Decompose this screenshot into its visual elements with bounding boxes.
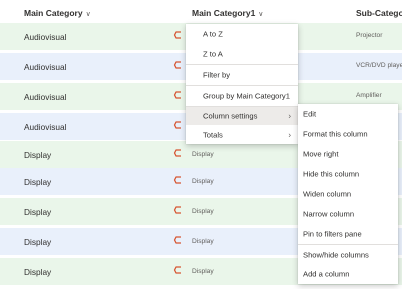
flag-icon[interactable]: [173, 265, 183, 275]
flag-icon[interactable]: [173, 120, 183, 130]
cell-main-category1: Display: [192, 268, 214, 275]
menu-item-label: Show/hide columns: [303, 250, 369, 259]
column-header-label: Main Category1: [192, 8, 256, 18]
menu-item-edit[interactable]: Edit: [298, 104, 398, 124]
column-header-main-category[interactable]: Main Category ∨: [24, 8, 91, 18]
flag-icon[interactable]: [173, 235, 183, 245]
menu-item-hide-column[interactable]: Hide this column: [298, 164, 398, 184]
cell-main-category: Display: [24, 177, 52, 187]
flag-icon[interactable]: [173, 30, 183, 40]
cell-main-category1: Display: [192, 151, 214, 158]
column-settings-submenu: Edit Format this column Move right Hide …: [298, 104, 398, 284]
cell-main-category1: Display: [192, 238, 214, 245]
menu-item-label: Widen column: [303, 189, 352, 199]
flag-icon[interactable]: [173, 175, 183, 185]
cell-main-category: Display: [24, 267, 52, 277]
menu-item-show-hide-columns[interactable]: Show/hide columns: [298, 245, 398, 264]
menu-item-label: A to Z: [203, 29, 223, 39]
menu-item-label: Format this column: [303, 129, 368, 139]
menu-item-label: Totals: [203, 130, 223, 139]
menu-item-totals[interactable]: Totals ›: [186, 125, 298, 144]
column-header-main-category1[interactable]: Main Category1 ∨: [192, 8, 263, 18]
cell-sub-category: VCR/DVD player: [356, 62, 402, 69]
menu-item-sort-z-a[interactable]: Z to A: [186, 44, 298, 64]
menu-item-sort-a-z[interactable]: A to Z: [186, 24, 298, 44]
column-menu: A to Z Z to A Filter by Group by Main Ca…: [186, 24, 298, 144]
cell-main-category: Audiovisual: [24, 62, 67, 72]
menu-item-column-settings[interactable]: Column settings ›: [186, 107, 298, 125]
column-header-label: Main Category: [24, 8, 83, 18]
cell-main-category: Display: [24, 207, 52, 217]
menu-item-label: Hide this column: [303, 169, 360, 179]
column-header-sub-category[interactable]: Sub-Category: [356, 8, 402, 18]
flag-icon[interactable]: [173, 60, 183, 70]
menu-item-filter-by[interactable]: Filter by: [186, 65, 298, 85]
menu-item-label: Narrow column: [303, 209, 355, 219]
chevron-down-icon: ∨: [258, 11, 264, 18]
menu-item-narrow-column[interactable]: Narrow column: [298, 204, 398, 224]
cell-main-category: Audiovisual: [24, 32, 67, 42]
chevron-down-icon: ∨: [85, 11, 91, 18]
menu-item-label: Column settings: [203, 111, 258, 121]
menu-item-format-column[interactable]: Format this column: [298, 124, 398, 144]
menu-item-add-column[interactable]: Add a column: [298, 264, 398, 284]
menu-item-move-right[interactable]: Move right: [298, 144, 398, 164]
menu-item-label: Group by Main Category1: [203, 91, 290, 101]
cell-sub-category: Amplifier: [356, 92, 382, 99]
cell-main-category: Audiovisual: [24, 122, 67, 132]
chevron-right-icon: ›: [288, 111, 291, 121]
flag-icon[interactable]: [173, 205, 183, 215]
cell-main-category: Display: [24, 237, 52, 247]
column-header-label: Sub-Category: [356, 8, 402, 18]
menu-item-group-by[interactable]: Group by Main Category1: [186, 86, 298, 106]
menu-item-label: Add a column: [303, 269, 350, 279]
flag-icon[interactable]: [173, 148, 183, 158]
menu-item-label: Pin to filters pane: [303, 229, 362, 239]
chevron-right-icon: ›: [288, 130, 291, 139]
cell-main-category1: Display: [192, 178, 214, 185]
menu-item-label: Z to A: [203, 49, 223, 59]
flag-icon[interactable]: [173, 90, 183, 100]
menu-item-label: Move right: [303, 149, 339, 159]
menu-item-label: Edit: [303, 109, 317, 119]
cell-main-category1: Display: [192, 208, 214, 215]
menu-item-widen-column[interactable]: Widen column: [298, 184, 398, 204]
menu-item-label: Filter by: [203, 70, 231, 80]
cell-main-category: Display: [24, 150, 52, 160]
cell-sub-category: Projector: [356, 32, 383, 39]
menu-item-pin-filters[interactable]: Pin to filters pane: [298, 224, 398, 244]
cell-main-category: Audiovisual: [24, 92, 67, 102]
